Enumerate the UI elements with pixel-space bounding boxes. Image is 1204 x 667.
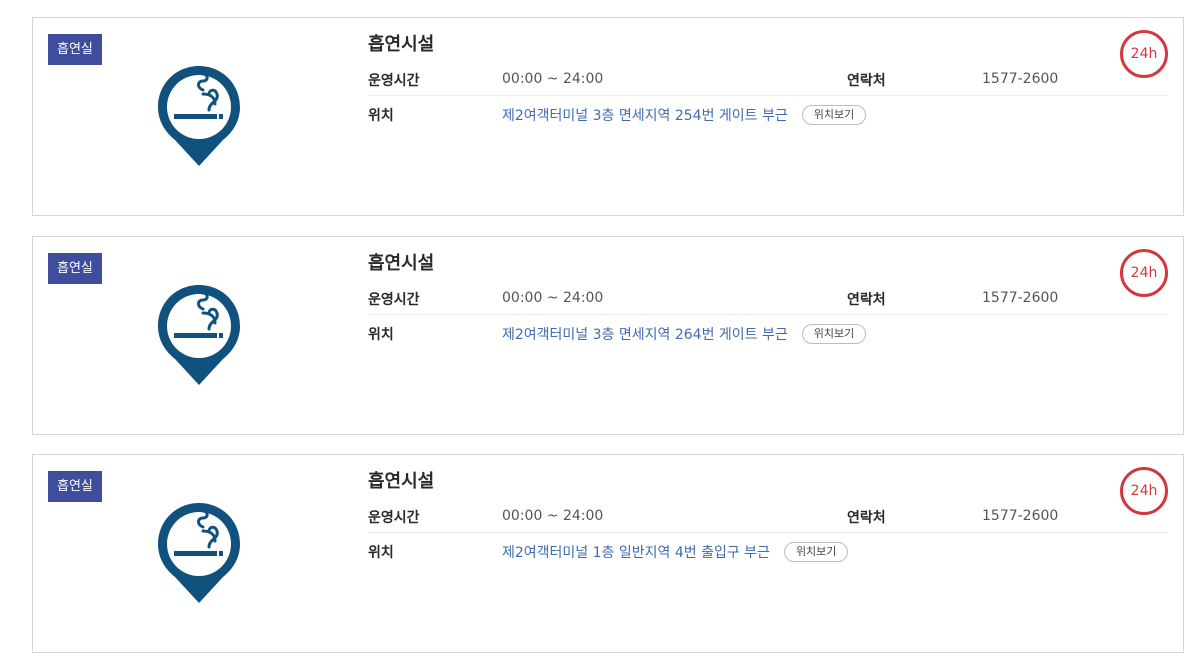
hours-label: 운영시간 [368,510,420,526]
facility-list: 흡연실 흡연시설 운영시간 00:00 ~ 24:00 연락처 1577-260… [0,0,1204,667]
facility-title: 흡연시설 [368,471,435,492]
location-wrap: 제2여객터미널 3층 면세지역 264번 게이트 부근 위치보기 [502,324,867,344]
open-24h-badge: 24h [1120,249,1168,297]
smoking-area-pin-icon [158,66,240,166]
view-location-button[interactable]: 위치보기 [801,105,867,125]
location-link[interactable]: 제2여객터미널 1층 일반지역 4번 출입구 부근 [502,542,770,562]
location-wrap: 제2여객터미널 3층 면세지역 254번 게이트 부근 위치보기 [502,105,867,125]
hours-contact-row: 운영시간 00:00 ~ 24:00 연락처 1577-2600 [368,499,1168,533]
view-location-button[interactable]: 위치보기 [801,324,867,344]
facility-title: 흡연시설 [368,34,435,55]
location-row: 위치 제2여객터미널 3층 면세지역 254번 게이트 부근 위치보기 [368,97,1168,131]
view-location-button[interactable]: 위치보기 [783,542,849,562]
smoking-area-pin-icon [158,503,240,603]
hours-value: 00:00 ~ 24:00 [502,508,604,524]
hours-label: 운영시간 [368,292,420,308]
facility-card: 흡연실 흡연시설 운영시간 00:00 ~ 24:00 연락처 1577-260… [32,454,1184,653]
facility-title: 흡연시설 [368,253,435,274]
category-badge: 흡연실 [48,253,102,284]
facility-card: 흡연실 흡연시설 운영시간 00:00 ~ 24:00 연락처 1577-260… [32,17,1184,216]
hours-contact-row: 운영시간 00:00 ~ 24:00 연락처 1577-2600 [368,281,1168,315]
location-label: 위치 [368,545,394,561]
open-24h-badge: 24h [1120,30,1168,78]
hours-value: 00:00 ~ 24:00 [502,290,604,306]
location-label: 위치 [368,108,394,124]
contact-label: 연락처 [847,73,886,89]
location-link[interactable]: 제2여객터미널 3층 면세지역 264번 게이트 부근 [502,324,788,344]
contact-label: 연락처 [847,292,886,308]
location-row: 위치 제2여객터미널 3층 면세지역 264번 게이트 부근 위치보기 [368,316,1168,350]
facility-card: 흡연실 흡연시설 운영시간 00:00 ~ 24:00 연락처 1577-260… [32,236,1184,435]
location-row: 위치 제2여객터미널 1층 일반지역 4번 출입구 부근 위치보기 [368,534,1168,568]
location-link[interactable]: 제2여객터미널 3층 면세지역 254번 게이트 부근 [502,105,788,125]
contact-value: 1577-2600 [982,290,1059,306]
smoking-area-pin-icon [158,285,240,385]
hours-label: 운영시간 [368,73,420,89]
contact-value: 1577-2600 [982,71,1059,87]
category-badge: 흡연실 [48,471,102,502]
category-badge: 흡연실 [48,34,102,65]
location-wrap: 제2여객터미널 1층 일반지역 4번 출입구 부근 위치보기 [502,542,849,562]
contact-label: 연락처 [847,510,886,526]
hours-value: 00:00 ~ 24:00 [502,71,604,87]
location-label: 위치 [368,327,394,343]
open-24h-badge: 24h [1120,467,1168,515]
hours-contact-row: 운영시간 00:00 ~ 24:00 연락처 1577-2600 [368,62,1168,96]
contact-value: 1577-2600 [982,508,1059,524]
